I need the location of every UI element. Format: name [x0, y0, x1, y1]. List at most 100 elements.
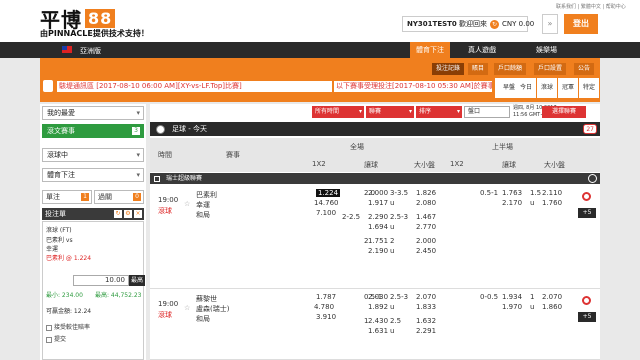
menu-announcements[interactable]: 公告	[574, 63, 595, 75]
announcement-bar-2[interactable]: 以下賽事受理投注[2017-08-10 05:30 AM]於賽事取消	[334, 81, 492, 92]
refresh-icon[interactable]: ↻	[114, 210, 122, 218]
odds-home[interactable]: 1.224	[316, 189, 341, 197]
menu-bet-history[interactable]: 投注記錄	[432, 63, 465, 75]
tab-sports[interactable]: 體育下注	[410, 42, 450, 58]
odds-cell[interactable]: 2.291	[416, 327, 436, 335]
odds-cell[interactable]: 1.751	[368, 237, 388, 245]
odds-cell[interactable]: 1.694	[368, 223, 388, 231]
odds-cell[interactable]: 1.934	[502, 293, 522, 301]
odds-cell[interactable]: 2.450	[416, 247, 436, 255]
refresh-league-icon[interactable]	[588, 174, 597, 183]
chevron-down-icon: ▾	[136, 109, 140, 117]
sort-filter[interactable]: 排序 ▾	[416, 106, 462, 118]
parlay-tab[interactable]: 過關 0	[94, 190, 144, 204]
odds-cell[interactable]: 2.190	[368, 247, 388, 255]
more-markets-button[interactable]: +5	[578, 312, 596, 322]
checkbox[interactable]	[46, 324, 52, 331]
logout-button[interactable]: 登出	[564, 14, 598, 34]
favourite-star-icon[interactable]: ☆	[184, 304, 190, 312]
odds-away[interactable]: 14.760	[314, 199, 339, 207]
event-count-badge[interactable]: 27	[583, 124, 597, 134]
sidebar-inplay[interactable]: 滾球中 ▾	[42, 148, 144, 162]
announcement-bar[interactable]: 駭堤通訊區 [2017-08-10 06:00 AM][XY-vs-LF.Top…	[57, 81, 332, 92]
odds-cell[interactable]: 2.080	[416, 199, 436, 207]
slip-submit[interactable]: 提交	[46, 334, 66, 343]
tab-today[interactable]: 今日	[516, 78, 536, 98]
odds-cell[interactable]: 2.000	[368, 189, 388, 197]
favourite-star-icon[interactable]: ☆	[184, 200, 190, 208]
accept-better-odds[interactable]: 接受較佳賠率	[46, 322, 90, 331]
account-box: NY301TEST0 歡迎回來 ↻ CNY 0.00	[402, 16, 534, 32]
checkbox[interactable]	[46, 336, 52, 343]
select-league-button[interactable]: 選擇聯賽	[542, 106, 586, 118]
odds-cell[interactable]: 2.770	[416, 223, 436, 231]
slip-team2: 幸運	[46, 246, 59, 253]
odds-type-select[interactable]: 盤口	[464, 106, 510, 118]
league-filter[interactable]: 聯賽 ▾	[366, 106, 414, 118]
odds-draw[interactable]: 7.100	[316, 209, 336, 217]
tab-inplay[interactable]: 滾球	[537, 78, 557, 98]
odds-cell[interactable]: 1.917	[368, 199, 388, 207]
odds-cell[interactable]: 1.763	[502, 189, 522, 197]
odds-cell[interactable]: 2.290	[368, 213, 388, 221]
region-select[interactable]: 亞洲版	[80, 46, 101, 56]
away-team: 幸運	[196, 201, 210, 209]
odds-cell[interactable]: 1.860	[542, 303, 562, 311]
menu-balance[interactable]: 戶口餘額	[494, 63, 527, 75]
odds-cell: 0-0.5	[480, 293, 499, 301]
league-header[interactable]: 瑞士超級聯賽	[150, 173, 600, 184]
stake-input[interactable]: 10.00	[73, 275, 129, 286]
odds-cell[interactable]: 2.070	[416, 293, 436, 301]
odds-home[interactable]: 1.787	[316, 293, 336, 301]
odds-draw[interactable]: 3.910	[316, 313, 336, 321]
odds-cell: u	[530, 303, 535, 311]
odds-cell[interactable]: 1.833	[416, 303, 436, 311]
odds-cell[interactable]: 2.070	[542, 293, 562, 301]
refresh-balance-icon[interactable]: ↻	[490, 19, 500, 29]
balance-toggle-icon[interactable]: »	[542, 14, 558, 34]
header-links[interactable]: 联系我们 | 繁體中文 | 帮助中心	[556, 3, 626, 10]
tab-live-casino[interactable]: 真人遊戲	[462, 42, 502, 58]
tab-casino[interactable]: 娛樂場	[530, 42, 563, 58]
live-label: 滾球	[158, 207, 172, 215]
odds-cell[interactable]: 1.892	[368, 303, 388, 311]
stats-icon[interactable]	[582, 192, 591, 201]
time-filter[interactable]: 所有時間 ▾	[312, 106, 364, 118]
sub-header: 投注記錄 賬目 戶口餘額 戶口設置 公告 駭堤通訊區 [2017-08-10 0…	[40, 58, 600, 102]
stats-icon[interactable]	[582, 296, 591, 305]
odds-cell[interactable]: 1.970	[502, 303, 522, 311]
odds-panel: 所有時間 ▾ 聯賽 ▾ 排序 ▾ 盤口 週四, 8月 10 2017 11:56 GMT…	[150, 104, 600, 360]
odds-cell[interactable]: 1.826	[416, 189, 436, 197]
odds-cell[interactable]: 2.110	[542, 189, 562, 197]
sidebar-bet-mode[interactable]: 體育下注 ▾	[42, 168, 144, 182]
settings-icon[interactable]: ⚙	[124, 210, 132, 218]
max-button[interactable]: 最高	[129, 275, 145, 286]
odds-cell[interactable]: 2.030	[368, 293, 388, 301]
col-time: 時間	[158, 151, 172, 159]
menu-settings[interactable]: 戶口設置	[534, 63, 567, 75]
live-count-badge: 3	[132, 127, 140, 135]
close-icon[interactable]: ×	[134, 210, 142, 218]
odds-cell[interactable]: 1.632	[416, 317, 436, 325]
single-bet-tab[interactable]: 單注 1	[42, 190, 92, 204]
more-markets-button[interactable]: +5	[578, 208, 596, 218]
tab-special[interactable]: 特定	[579, 78, 599, 98]
minimize-icon[interactable]	[154, 176, 160, 182]
account-id: NY301TEST0	[407, 20, 457, 28]
col-full: 全場	[350, 143, 364, 151]
odds-cell[interactable]: 1.467	[416, 213, 436, 221]
sidebar-favourites[interactable]: 我的最愛 ▾	[42, 106, 144, 120]
menu-statement[interactable]: 賬目	[468, 63, 489, 75]
sidebar-live-events[interactable]: 滾文賽事 3	[42, 124, 144, 138]
taiwan-flag-icon[interactable]	[62, 46, 72, 53]
tab-outright[interactable]: 冠軍	[558, 78, 578, 98]
odds-cell[interactable]: 1.760	[542, 199, 562, 207]
odds-cell[interactable]: 2.170	[502, 199, 522, 207]
slip-pick: 巴素利 @ 1.224	[46, 255, 92, 262]
match-row: 19:00 滾球 巴素利 ☆ 幸運 和局 1.224 14.760 7.100 2.0 2.000 3…	[150, 186, 600, 289]
odds-cell[interactable]: 2.000	[416, 237, 436, 245]
odds-away[interactable]: 4.780	[314, 303, 334, 311]
match-time: 19:00	[158, 300, 179, 308]
odds-cell[interactable]: 2.430	[368, 317, 388, 325]
odds-cell[interactable]: 1.631	[368, 327, 388, 335]
